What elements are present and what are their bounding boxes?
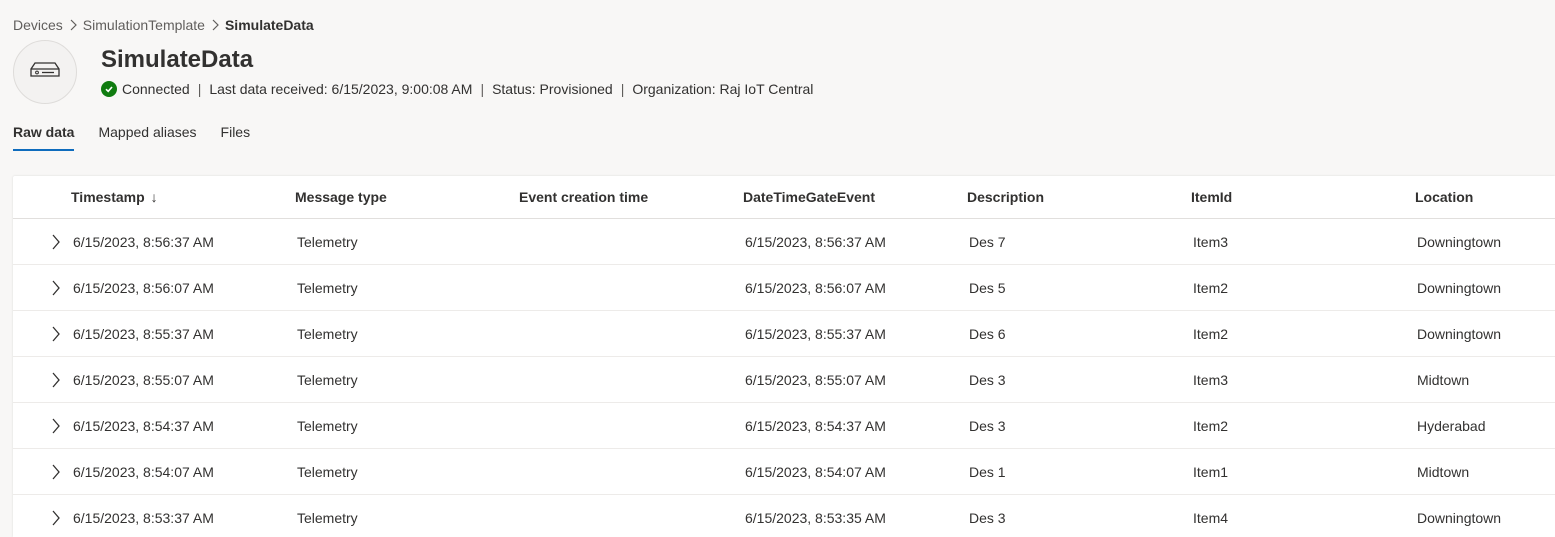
cell-timestamp: 6/15/2023, 8:53:37 AM [73, 509, 214, 526]
cell-timestamp: 6/15/2023, 8:54:37 AM [73, 417, 214, 434]
cell-message-type: Telemetry [297, 371, 358, 388]
table-row[interactable]: 6/15/2023, 8:53:37 AM Telemetry 6/15/2023,… [13, 495, 1555, 537]
column-header-message-type[interactable]: Message type [295, 189, 387, 205]
cell-datetimegateevent: 6/15/2023, 8:56:07 AM [745, 279, 886, 296]
cell-datetimegateevent: 6/15/2023, 8:54:37 AM [745, 417, 886, 434]
device-meta: Connected | Last data received: 6/15/202… [101, 81, 813, 97]
cell-message-type: Telemetry [297, 463, 358, 480]
column-header-location[interactable]: Location [1415, 189, 1473, 205]
tab-list: Raw data Mapped aliases Files [13, 124, 274, 151]
cell-location: Downingtown [1417, 279, 1502, 296]
cell-itemid: Item4 [1193, 509, 1229, 526]
column-header-description[interactable]: Description [967, 189, 1044, 205]
cell-timestamp: 6/15/2023, 8:55:37 AM [73, 325, 214, 342]
table-row[interactable]: 6/15/2023, 8:55:07 AM Telemetry 6/15/2023,… [13, 357, 1555, 403]
table-row[interactable]: 6/15/2023, 8:54:37 AM Telemetry 6/15/2023,… [13, 403, 1555, 449]
column-header-itemid[interactable]: ItemId [1191, 189, 1232, 205]
cell-itemid: Item3 [1193, 233, 1229, 250]
cell-timestamp: 6/15/2023, 8:56:07 AM [73, 279, 214, 296]
table-row[interactable]: 6/15/2023, 8:56:07 AM Telemetry 6/15/2023,… [13, 265, 1555, 311]
cell-timestamp: 6/15/2023, 8:55:07 AM [73, 371, 214, 388]
cell-location: Hyderabad [1417, 417, 1486, 434]
expand-chevron-icon[interactable] [51, 233, 63, 251]
tab-raw-data[interactable]: Raw data [13, 124, 75, 151]
cell-description: Des 3 [969, 417, 1006, 434]
cell-message-type: Telemetry [297, 325, 358, 342]
tab-files[interactable]: Files [221, 124, 251, 151]
cell-datetimegateevent: 6/15/2023, 8:53:35 AM [745, 509, 886, 526]
cell-description: Des 3 [969, 371, 1006, 388]
cell-location: Downingtown [1417, 325, 1502, 342]
breadcrumb-devices[interactable]: Devices [13, 17, 63, 33]
cell-message-type: Telemetry [297, 233, 358, 250]
cell-itemid: Item3 [1193, 371, 1229, 388]
cell-datetimegateevent: 6/15/2023, 8:56:37 AM [745, 233, 886, 250]
cell-datetimegateevent: 6/15/2023, 8:55:07 AM [745, 371, 886, 388]
table-row[interactable]: 6/15/2023, 8:56:37 AM Telemetry 6/15/2023,… [13, 219, 1555, 265]
cell-description: Des 6 [969, 325, 1006, 342]
cell-timestamp: 6/15/2023, 8:54:07 AM [73, 463, 214, 480]
page-title: SimulateData [101, 46, 254, 73]
divider: | [620, 81, 625, 97]
cell-location: Midtown [1417, 463, 1470, 480]
sort-descending-icon: ↓ [150, 189, 158, 205]
cell-datetimegateevent: 6/15/2023, 8:55:37 AM [745, 325, 886, 342]
expand-chevron-icon[interactable] [51, 371, 63, 389]
cell-location: Midtown [1417, 371, 1470, 388]
cell-itemid: Item2 [1193, 325, 1229, 342]
expand-chevron-icon[interactable] [51, 325, 63, 343]
expand-chevron-icon[interactable] [51, 279, 63, 297]
cell-timestamp: 6/15/2023, 8:56:37 AM [73, 233, 214, 250]
breadcrumb: Devices SimulationTemplate SimulateData [13, 17, 314, 33]
connection-status: Connected [122, 81, 190, 97]
cell-message-type: Telemetry [297, 417, 358, 434]
cell-location: Downingtown [1417, 509, 1502, 526]
last-data-received: Last data received: 6/15/2023, 9:00:08 A… [209, 81, 473, 97]
breadcrumb-current: SimulateData [224, 17, 314, 33]
chevron-right-icon [69, 19, 77, 31]
cell-datetimegateevent: 6/15/2023, 8:54:07 AM [745, 463, 886, 480]
table-header: Timestamp ↓ Message type Event creation t… [13, 176, 1555, 219]
table-row[interactable]: 6/15/2023, 8:54:07 AM Telemetry 6/15/2023,… [13, 449, 1555, 495]
cell-itemid: Item2 [1193, 279, 1229, 296]
divider: | [197, 81, 202, 97]
expand-chevron-icon[interactable] [51, 417, 63, 435]
chevron-right-icon [211, 19, 219, 31]
cell-description: Des 3 [969, 509, 1006, 526]
cell-message-type: Telemetry [297, 279, 358, 296]
column-header-event-creation-time[interactable]: Event creation time [519, 189, 648, 205]
cell-description: Des 5 [969, 279, 1006, 296]
cell-description: Des 1 [969, 463, 1006, 480]
cell-location: Downingtown [1417, 233, 1502, 250]
cell-message-type: Telemetry [297, 509, 358, 526]
cell-itemid: Item2 [1193, 417, 1229, 434]
expand-chevron-icon[interactable] [51, 463, 63, 481]
raw-data-table: Timestamp ↓ Message type Event creation t… [13, 176, 1555, 537]
breadcrumb-template[interactable]: SimulationTemplate [83, 17, 205, 33]
provisioning-status: Status: Provisioned [492, 81, 613, 97]
connected-check-icon [101, 81, 117, 97]
column-header-datetimegateevent[interactable]: DateTimeGateEvent [743, 189, 875, 205]
cell-description: Des 7 [969, 233, 1006, 250]
expand-chevron-icon[interactable] [51, 509, 63, 527]
divider: | [480, 81, 485, 97]
organization: Organization: Raj IoT Central [632, 81, 814, 97]
table-row[interactable]: 6/15/2023, 8:55:37 AM Telemetry 6/15/2023,… [13, 311, 1555, 357]
column-label: Timestamp [71, 189, 145, 205]
cell-itemid: Item1 [1193, 463, 1229, 480]
column-header-timestamp[interactable]: Timestamp ↓ [71, 189, 158, 205]
tab-mapped-aliases[interactable]: Mapped aliases [98, 124, 196, 151]
device-icon [30, 61, 60, 83]
device-avatar [13, 40, 77, 104]
